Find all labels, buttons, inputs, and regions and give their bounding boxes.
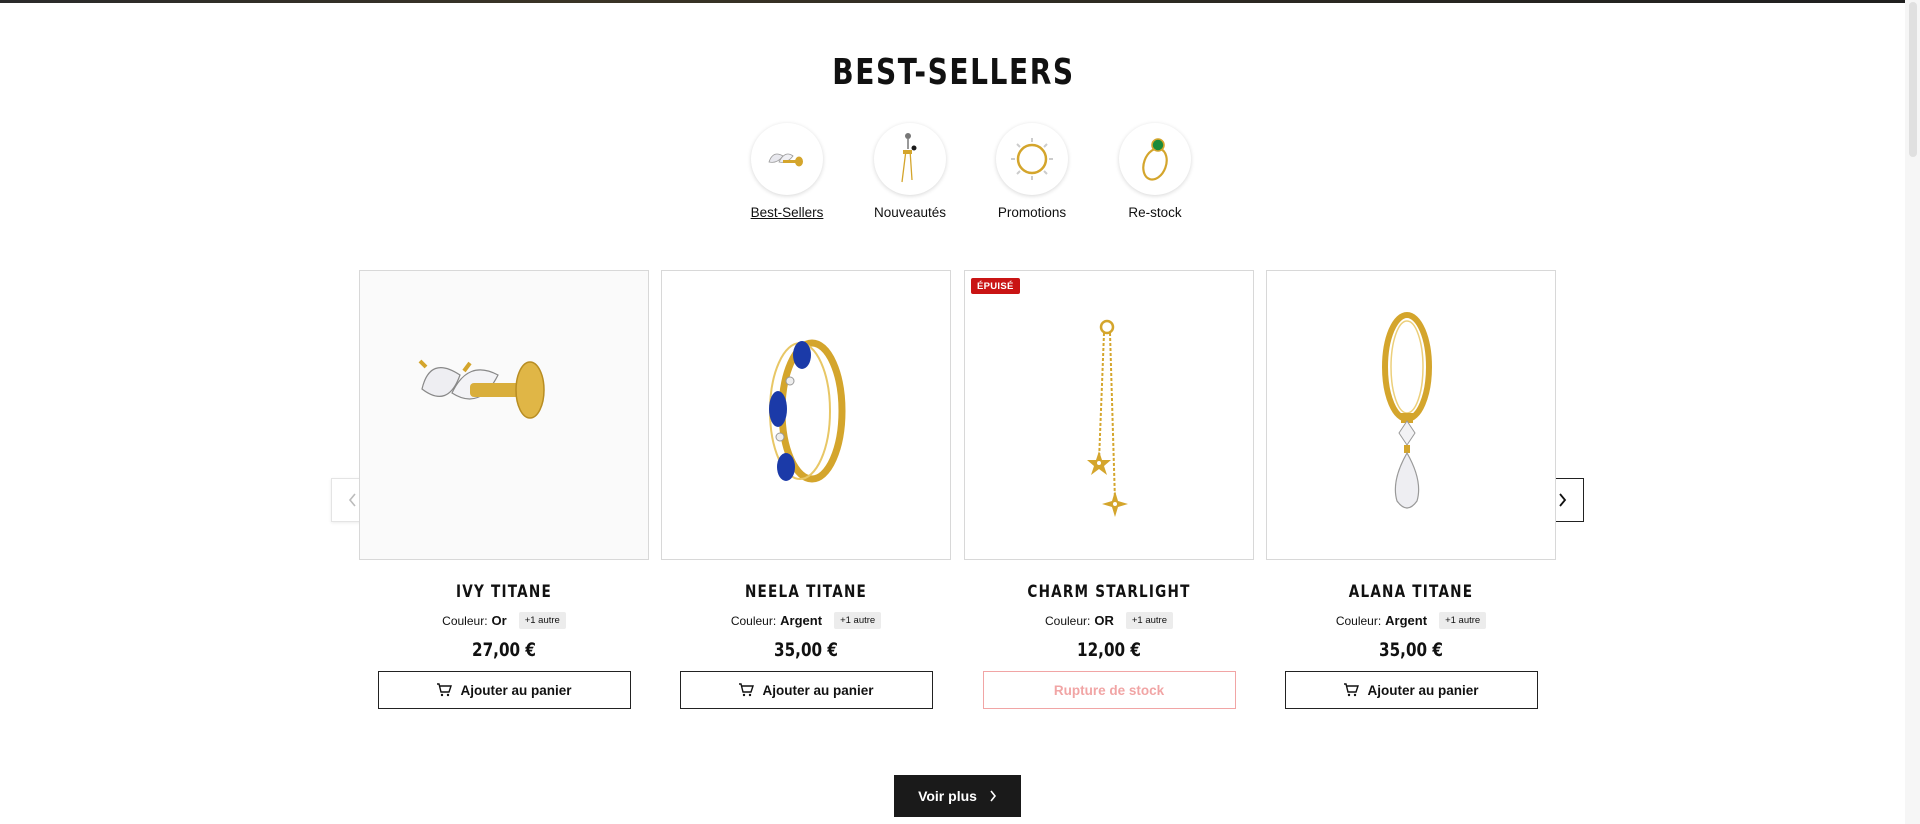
- more-colors-badge[interactable]: +1 autre: [518, 612, 566, 629]
- cart-icon: [1344, 683, 1360, 697]
- add-to-cart-button[interactable]: Ajouter au panier: [679, 671, 933, 709]
- color-label: Couleur:: [1045, 613, 1091, 628]
- add-to-cart-label: Ajouter au panier: [1367, 682, 1479, 698]
- product-price: 12,00 €: [1077, 639, 1141, 661]
- chain-earring-icon: [901, 133, 917, 183]
- category-label: Promotions: [997, 205, 1067, 220]
- product-color-row: Couleur: Argent +1 autre: [1266, 612, 1556, 629]
- category-tabs: Best-Sellers Nouveautés Promotions Re-st…: [737, 123, 1191, 223]
- product-name[interactable]: NEELA TITANE: [690, 582, 922, 602]
- product-color-row: Couleur: Argent +1 autre: [661, 612, 951, 629]
- color-label: Couleur:: [1335, 613, 1382, 628]
- color-value: Or: [491, 613, 507, 628]
- product-card: ALANA TITANE Couleur: Argent +1 autre 35…: [1266, 270, 1556, 709]
- product-color-row: Couleur: Or +1 autre: [359, 612, 649, 629]
- product-color-row: Couleur: OR +1 autre: [964, 612, 1254, 629]
- category-thumbnail: [1119, 123, 1191, 195]
- chevron-right-icon: [1559, 493, 1567, 507]
- color-label: Couleur:: [442, 613, 488, 628]
- product-image[interactable]: [661, 270, 951, 560]
- chevron-right-icon: [990, 790, 996, 802]
- cart-icon: [739, 683, 755, 697]
- add-to-cart-label: Ajouter au panier: [460, 682, 572, 698]
- product-image[interactable]: [1266, 270, 1556, 560]
- category-best-sellers[interactable]: Best-Sellers: [737, 123, 837, 220]
- leaf-stud-icon: [418, 359, 545, 419]
- top-image-strip: [0, 0, 1920, 3]
- cart-icon: [437, 683, 453, 697]
- more-colors-badge[interactable]: +1 autre: [1125, 612, 1173, 629]
- product-price: 35,00 €: [774, 639, 838, 661]
- scrollbar-thumb[interactable]: [1909, 2, 1917, 157]
- category-re-stock[interactable]: Re-stock: [1105, 123, 1205, 220]
- product-name[interactable]: IVY TITANE: [388, 582, 620, 602]
- category-nouveautes[interactable]: Nouveautés: [860, 123, 960, 220]
- out-of-stock-label: Rupture de stock: [1053, 682, 1165, 698]
- drop-hoop-icon: [1382, 312, 1432, 509]
- color-value: OR: [1094, 613, 1114, 628]
- product-image[interactable]: [359, 270, 649, 560]
- category-label: Best-Sellers: [750, 205, 824, 220]
- view-more-button[interactable]: Voir plus: [894, 775, 1021, 817]
- out-of-stock-button: Rupture de stock: [982, 671, 1236, 709]
- product-price: 35,00 €: [1379, 639, 1443, 661]
- product-card: IVY TITANE Couleur: Or +1 autre 27,00 € …: [359, 270, 649, 709]
- category-promotions[interactable]: Promotions: [982, 123, 1082, 220]
- add-to-cart-label: Ajouter au panier: [762, 682, 874, 698]
- more-colors-badge[interactable]: +1 autre: [1439, 612, 1487, 629]
- product-price: 27,00 €: [472, 639, 536, 661]
- sold-out-badge: ÉPUISÉ: [971, 278, 1020, 294]
- green-stone-ring-icon: [1142, 138, 1168, 181]
- product-name[interactable]: CHARM STARLIGHT: [993, 582, 1225, 602]
- page-scrollbar[interactable]: [1905, 0, 1920, 824]
- color-value: Argent: [1385, 613, 1428, 628]
- category-thumbnail: [874, 123, 946, 195]
- more-colors-badge[interactable]: +1 autre: [834, 612, 882, 629]
- category-label: Nouveautés: [873, 205, 947, 220]
- sun-hoop-icon: [1011, 138, 1053, 180]
- leaf-earring-icon: [768, 153, 803, 167]
- product-card: ÉPUISÉ CHARM STARLIGHT Couleur: OR +1 au…: [964, 270, 1254, 709]
- color-label: Couleur:: [730, 613, 777, 628]
- product-image[interactable]: ÉPUISÉ: [964, 270, 1254, 560]
- color-value: Argent: [780, 613, 823, 628]
- star-chain-charm-icon: [1087, 319, 1128, 517]
- category-thumbnail: [996, 123, 1068, 195]
- category-label: Re-stock: [1128, 205, 1182, 220]
- category-thumbnail: [751, 123, 823, 195]
- add-to-cart-button[interactable]: Ajouter au panier: [1284, 671, 1538, 709]
- view-more-label: Voir plus: [918, 788, 977, 804]
- sapphire-hoop-icon: [769, 339, 846, 483]
- product-card: NEELA TITANE Couleur: Argent +1 autre 35…: [661, 270, 951, 709]
- chevron-left-icon: [348, 493, 356, 507]
- add-to-cart-button[interactable]: Ajouter au panier: [377, 671, 631, 709]
- section-title: BEST-SELLERS: [832, 52, 1075, 93]
- product-name[interactable]: ALANA TITANE: [1295, 582, 1527, 602]
